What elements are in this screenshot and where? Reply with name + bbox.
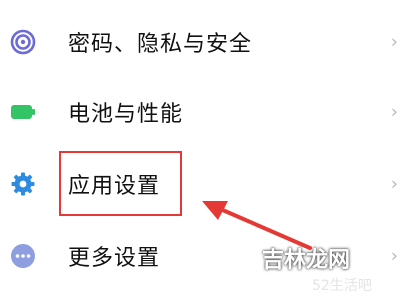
watermark-subtext: 52生活吧 — [312, 278, 372, 294]
settings-item-password-privacy-security[interactable]: 密码、隐私与安全 › — [0, 12, 400, 72]
settings-item-label: 电池与性能 — [68, 102, 184, 127]
chevron-right-icon: › — [390, 245, 398, 267]
gear-icon — [10, 171, 36, 197]
chevron-right-icon: › — [390, 101, 398, 123]
settings-item-label: 密码、隐私与安全 — [68, 32, 253, 57]
more-dots-icon — [10, 243, 36, 269]
annotation-highlight-box — [59, 151, 182, 216]
chevron-right-icon: › — [390, 31, 398, 53]
chevron-right-icon: › — [390, 173, 398, 195]
battery-icon — [10, 99, 36, 125]
settings-item-battery-performance[interactable]: 电池与性能 › — [0, 82, 400, 142]
watermark-text: 吉林龙网 — [262, 248, 351, 273]
settings-item-label: 更多设置 — [68, 246, 161, 271]
fingerprint-icon — [10, 29, 36, 55]
settings-screen: 密码、隐私与安全 › 电池与性能 › 应用设置 › 更多设置 › 吉林龙网 52… — [0, 0, 400, 300]
